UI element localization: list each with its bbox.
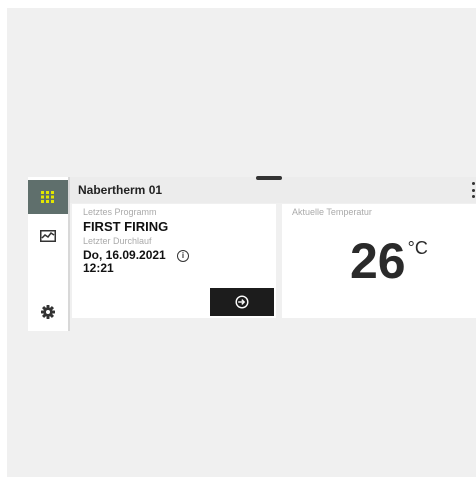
last-program-card: Letztes Programm FIRST FIRING Letzter Du… <box>72 204 276 318</box>
temperature-value: 26 <box>350 233 406 289</box>
temperature-card: Aktuelle Temperatur 26 °C <box>282 204 476 318</box>
drag-handle[interactable] <box>256 176 282 180</box>
nav-item-dashboard[interactable] <box>28 180 68 214</box>
chart-icon <box>40 230 56 242</box>
temperature-display: 26 °C <box>350 236 428 286</box>
grid-icon <box>41 191 54 203</box>
more-menu-icon[interactable] <box>471 182 475 198</box>
device-name: Nabertherm 01 <box>78 183 163 197</box>
last-run-time: 12:21 <box>83 261 114 275</box>
last-run-label: Letzter Durchlauf <box>83 236 152 246</box>
temperature-unit: °C <box>407 238 428 258</box>
device-header: Nabertherm 01 <box>70 176 476 203</box>
last-program-label: Letztes Programm <box>83 207 157 217</box>
app-screen: Nabertherm 01 Letztes Programm FIRST FIR… <box>7 8 476 477</box>
gear-icon <box>41 305 55 319</box>
temperature-label: Aktuelle Temperatur <box>292 207 372 217</box>
device-panel: Nabertherm 01 Letztes Programm FIRST FIR… <box>28 176 476 331</box>
last-program-name: FIRST FIRING <box>83 219 169 234</box>
start-program-button[interactable] <box>210 288 274 316</box>
nav-item-settings[interactable] <box>28 298 68 326</box>
start-program-icon <box>235 295 249 309</box>
info-icon[interactable]: i <box>177 250 189 262</box>
sidebar-nav <box>28 177 70 331</box>
nav-item-chart[interactable] <box>28 222 68 250</box>
